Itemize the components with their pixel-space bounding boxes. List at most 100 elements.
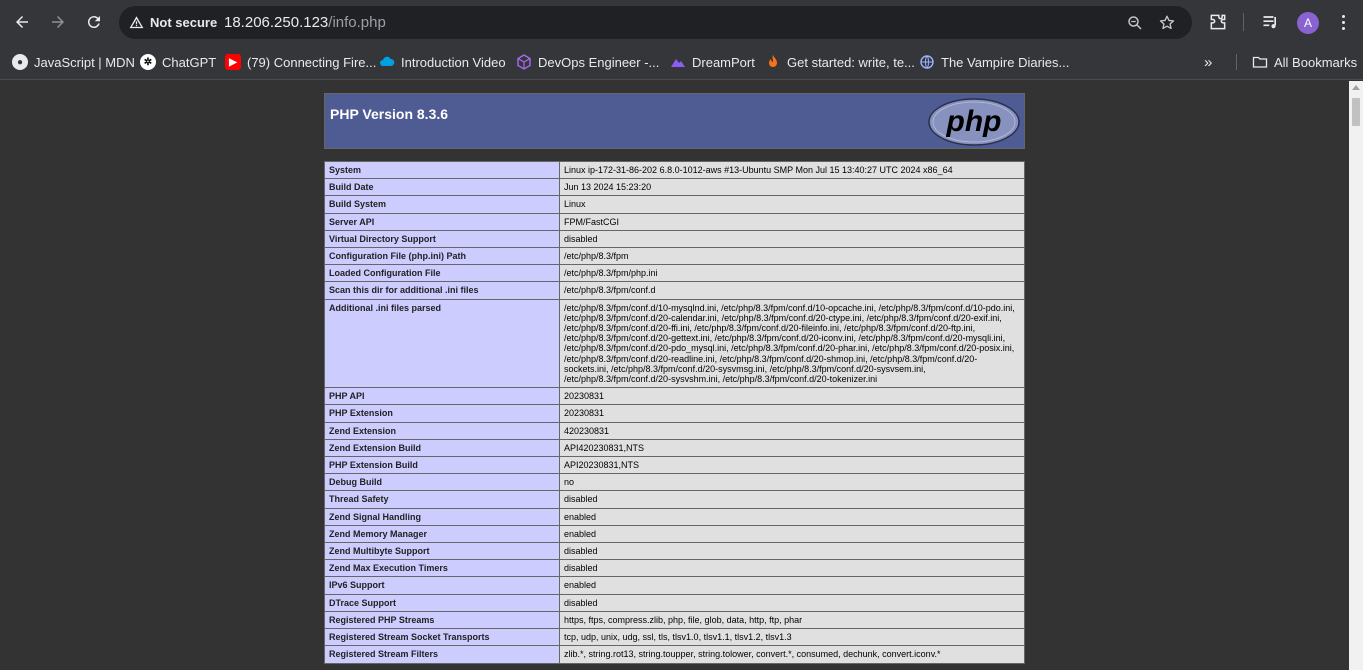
bookmarks-divider	[1236, 54, 1237, 70]
reload-button[interactable]	[80, 8, 108, 36]
bookmark-chatgpt[interactable]: ✲ ChatGPT	[140, 52, 216, 72]
reload-icon	[87, 16, 100, 29]
config-value: 20230831	[559, 404, 1025, 423]
config-value: /etc/php/8.3/fpm	[559, 247, 1025, 266]
security-indicator[interactable]: Not secure	[129, 6, 217, 39]
bookmark-introduction-video[interactable]: Introduction Video	[379, 52, 506, 72]
config-value: enabled	[559, 507, 1025, 526]
bookmark-label: Get started: write, te...	[787, 54, 915, 70]
table-row: Configuration File (php.ini) Path/etc/ph…	[324, 247, 1025, 266]
config-key: Loaded Configuration File	[324, 264, 560, 283]
config-value: tcp, udp, unix, udg, ssl, tls, tlsv1.0, …	[559, 628, 1025, 647]
forward-button[interactable]	[44, 8, 72, 36]
config-key: System	[324, 160, 560, 180]
bookmark-label: DevOps Engineer -...	[538, 54, 660, 70]
bookmark-label: Introduction Video	[401, 54, 506, 70]
config-key: Scan this dir for additional .ini files	[324, 281, 560, 300]
profile-avatar[interactable]: A	[1297, 12, 1319, 34]
table-row: Zend Multibyte Support disabled	[324, 542, 1025, 561]
page-scrollbar[interactable]	[1349, 81, 1363, 670]
url-text[interactable]: 18.206.250.123/info.php	[224, 6, 386, 39]
bookmark-star-icon[interactable]	[1158, 14, 1176, 32]
config-key: PHP Extension Build	[324, 456, 560, 475]
config-key: Debug Build	[324, 473, 560, 492]
chatgpt-icon: ✲	[140, 54, 156, 70]
table-row: IPv6 Support enabled	[324, 576, 1025, 595]
config-key: Server API	[324, 212, 560, 231]
config-key: Zend Extension Build	[324, 438, 560, 458]
bookmarks-bar: ● JavaScript | MDN ✲ ChatGPT ▶ (79) Conn…	[0, 44, 1363, 80]
scrollbar-thumb[interactable]	[1352, 98, 1360, 126]
config-value: API420230831,NTS	[559, 438, 1025, 458]
bookmark-devops-engineer[interactable]: DevOps Engineer -...	[516, 52, 659, 72]
table-row: Build System Linux	[324, 195, 1025, 214]
bookmark-label: ChatGPT	[162, 54, 217, 70]
cube-icon	[516, 54, 532, 70]
extensions-icon[interactable]	[1208, 12, 1228, 32]
table-row: Zend Max Execution Timers disabled	[324, 559, 1025, 578]
phpinfo-header: PHP Version 8.3.6 php	[324, 93, 1025, 149]
browser-toolbar: Not secure 18.206.250.123/info.php A	[0, 0, 1363, 44]
bookmark-vampire-diaries[interactable]: The Vampire Diaries...	[919, 52, 1069, 72]
config-value: disabled	[559, 593, 1025, 612]
config-key: Registered Stream Filters	[324, 645, 560, 664]
all-bookmarks-button[interactable]: All Bookmarks	[1252, 52, 1357, 72]
config-key: Zend Memory Manager	[324, 524, 560, 544]
config-value: zlib.*, string.rot13, string.toupper, st…	[559, 645, 1025, 664]
table-row: Thread Safety disabled	[324, 490, 1025, 509]
config-key: Configuration File (php.ini) Path	[324, 247, 560, 266]
table-row: Registered Stream Socket Transports tcp, …	[324, 628, 1025, 647]
bookmark-javascript-mdn[interactable]: ● JavaScript | MDN	[12, 52, 135, 72]
back-button[interactable]	[8, 8, 36, 36]
mdn-icon: ●	[12, 54, 28, 70]
config-value: enabled	[559, 524, 1025, 544]
table-row: Loaded Configuration File/etc/php/8.3/fp…	[324, 264, 1025, 283]
bookmark-dreamport[interactable]: DreamPort	[670, 52, 755, 72]
all-bookmarks-label: All Bookmarks	[1274, 54, 1358, 70]
page-title: PHP Version 8.3.6	[330, 106, 449, 122]
config-key: Zend Max Execution Timers	[324, 559, 560, 578]
address-bar[interactable]: Not secure 18.206.250.123/info.php	[119, 6, 1192, 39]
url-host: 18.206.250.123	[224, 14, 329, 31]
table-row: PHP Extension 20230831	[324, 404, 1025, 423]
config-key: Zend Signal Handling	[324, 507, 560, 526]
config-value: disabled	[559, 559, 1025, 578]
config-value: Linux	[559, 195, 1025, 214]
config-key: Build Date	[324, 178, 560, 197]
config-value: /etc/php/8.3/fpm/conf.d/10-mysqlnd.ini, …	[559, 298, 1025, 389]
table-row: Debug Build no	[324, 473, 1025, 492]
table-row: System Linux ip-172-31-86-202 6.8.0-1012-…	[324, 160, 1025, 180]
back-arrow-icon	[16, 16, 28, 28]
flame-icon	[765, 54, 781, 70]
php-logo[interactable]: php	[928, 98, 1020, 146]
config-value: FPM/FastCGI	[559, 212, 1025, 231]
config-key: IPv6 Support	[324, 576, 560, 595]
config-value: /etc/php/8.3/fpm/php.ini	[559, 264, 1025, 283]
config-value: disabled	[559, 542, 1025, 561]
bookmark-get-started[interactable]: Get started: write, te...	[765, 52, 915, 72]
config-value: enabled	[559, 576, 1025, 595]
warning-triangle-icon	[129, 16, 144, 29]
table-row: Zend Signal Handling enabled	[324, 507, 1025, 526]
zoom-icon[interactable]	[1126, 14, 1144, 32]
config-key: PHP Extension	[324, 404, 560, 423]
config-key: PHP API	[324, 387, 560, 406]
php-logo-text: php	[946, 105, 1002, 138]
config-key: Additional .ini files parsed	[324, 298, 560, 389]
config-key: Registered Stream Socket Transports	[324, 628, 560, 647]
config-key: Virtual Directory Support	[324, 229, 560, 249]
config-value: Jun 13 2024 15:23:20	[559, 178, 1025, 197]
more-bookmarks-chevron-icon[interactable]: »	[1204, 52, 1212, 72]
browser-menu-icon[interactable]	[1333, 12, 1353, 32]
config-key: DTrace Support	[324, 593, 560, 612]
bookmark-label: JavaScript | MDN	[34, 54, 135, 70]
config-value: API20230831,NTS	[559, 456, 1025, 475]
scroll-up-arrow-icon[interactable]	[1352, 85, 1360, 90]
bookmark-label: The Vampire Diaries...	[941, 54, 1070, 70]
config-value: 420230831	[559, 421, 1025, 440]
bookmark-connecting-fire[interactable]: ▶ (79) Connecting Fire...	[225, 52, 376, 72]
table-row: Zend Memory Manager enabled	[324, 524, 1025, 544]
url-path: /info.php	[328, 14, 386, 31]
media-controls-icon[interactable]	[1261, 12, 1281, 32]
table-row: Registered Stream Filters zlib.*, string.…	[324, 645, 1025, 664]
